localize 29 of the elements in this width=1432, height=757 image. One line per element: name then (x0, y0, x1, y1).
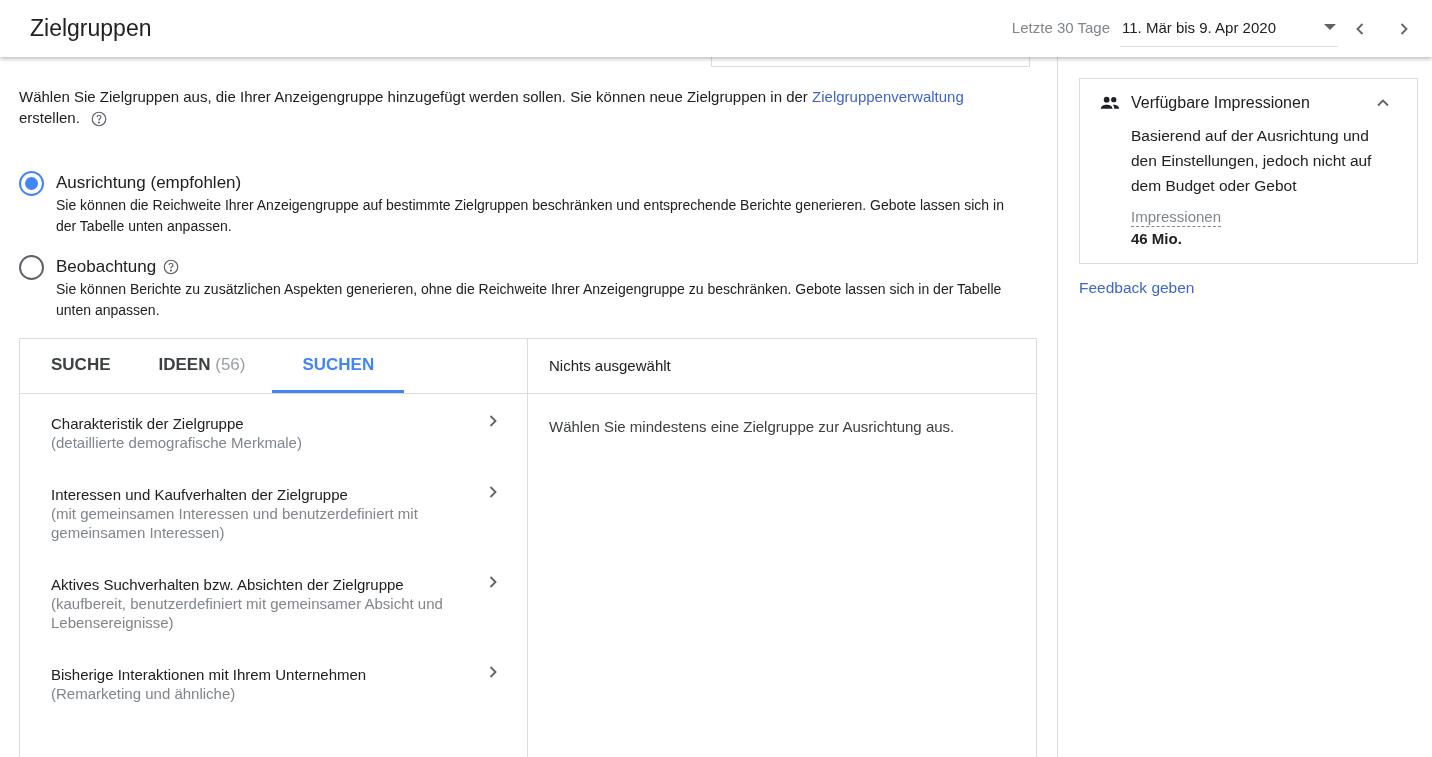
metric-value: 46 Mio. (1131, 229, 1183, 249)
option-label: Ausrichtung (empfohlen) (56, 173, 242, 194)
option-description: Sie können die Reichweite Ihrer Anzeigengruppe auf bestimmte Zielgruppen beschränken und entsprechende Berichte generieren. Gebote lassen sich in der Tabelle unten anpassen. (56, 196, 1005, 237)
help-icon[interactable] (89, 110, 108, 129)
card-description: Basierend auf der Ausrichtung und den Einstellungen, jedoch nicht auf dem Budget oder Gebot (1131, 126, 1373, 196)
help-icon[interactable] (162, 258, 181, 277)
dropdown-caret-icon (1324, 24, 1336, 32)
audience-manager-link[interactable]: Zielgruppenverwaltung (812, 88, 964, 105)
intro-text: Wählen Sie Zielgruppen aus, die Ihrer Anzeigengruppe hinzugefügt werden sollen. Sie können neue Zielgruppen in der Zielgruppenverwaltung erstellen. (19, 86, 994, 129)
page-title: Zielgruppen (30, 14, 153, 44)
category-item[interactable]: Aktives Suchverhalten bzw. Absichten der Zielgruppe (kaufbereit, benutzerdefiniert mit gemeinsamer Absicht und Lebensereignisse) (20, 575, 527, 633)
card-title: Verfügbare Impressionen (1131, 93, 1311, 113)
radio-button[interactable] (19, 171, 44, 197)
tab[interactable]: SUCHEN (272, 339, 405, 394)
selection-message: Wählen Sie mindestens eine Zielgruppe zur Ausrichtung aus. (548, 417, 956, 438)
category-item[interactable]: Charakteristik der Zielgruppe (detaillierte demografische Merkmale) (20, 414, 527, 453)
category-item[interactable]: Bisherige Interaktionen mit Ihrem Unternehmen (Remarketing und ähnliche) (20, 665, 527, 704)
radio-button[interactable] (19, 255, 44, 281)
category-item[interactable]: Interessen und Kaufverhalten der Zielgruppe (mit gemeinsamen Interessen und benutzerdefiniert mit gemeinsamen Interessen) (20, 485, 527, 543)
selection-title: Nichts ausgewählt (549, 355, 671, 376)
option-label: Beobachtung (56, 257, 157, 278)
feedback-link[interactable]: Feedback geben (1079, 275, 1418, 299)
option-description: Sie können Berichte zu zusätzlichen Aspekten generieren, ohne die Reichweite Ihrer Anzeigengruppe zu beschränken. Gebote lassen sich in der Tabelle unten anpassen. (56, 280, 1003, 321)
date-range-label: Letzte 30 Tage (1011, 18, 1110, 39)
date-range-dropdown[interactable]: 11. Mär bis 9. Apr 2020 (1120, 10, 1338, 47)
tab[interactable]: SUCHE (30, 339, 132, 394)
metric-label: Impressionen (1131, 207, 1222, 227)
people-icon (1100, 96, 1120, 110)
tab[interactable]: IDEEN (56) (137, 339, 267, 394)
